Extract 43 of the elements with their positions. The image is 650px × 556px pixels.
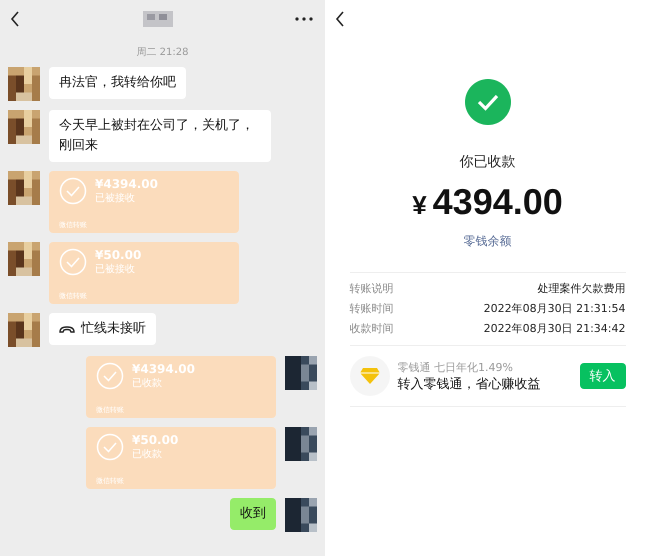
check-circle-icon	[59, 177, 87, 205]
blurred-name	[142, 11, 172, 27]
check-circle-icon	[96, 362, 124, 390]
transfer-in-button[interactable]: 转入	[580, 363, 626, 389]
transfer-status: 已被接收	[95, 192, 136, 205]
avatar[interactable]	[8, 242, 40, 276]
detail-label: 转账说明	[350, 281, 394, 297]
status-text: 你已收款	[460, 153, 516, 171]
transfer-amount: ¥50.00	[132, 433, 178, 447]
check-circle-icon	[96, 433, 124, 461]
detail-value: 2022年08月30日 21:34:42	[484, 321, 626, 337]
avatar[interactable]	[285, 427, 317, 461]
back-icon[interactable]	[335, 11, 345, 27]
check-circle-icon	[59, 248, 87, 276]
promo-title: 转入零钱通，省心赚收益	[398, 376, 542, 392]
transfer-amount: ¥4394.00	[132, 362, 196, 376]
balance-link[interactable]: 零钱余额	[464, 233, 512, 250]
back-icon[interactable]	[10, 11, 20, 27]
phone-icon	[59, 324, 75, 334]
call-text: 忙线未接听	[81, 320, 146, 338]
message-bubble: 冉法官，我转给你吧	[49, 67, 186, 99]
avatar[interactable]	[285, 356, 317, 390]
message-bubble: 今天早上被封在公司了，关机了，刚回来	[49, 110, 271, 162]
avatar[interactable]	[8, 313, 40, 347]
amount: ¥ 4394.00	[412, 181, 563, 223]
transfer-amount: ¥4394.00	[95, 177, 158, 191]
avatar[interactable]	[285, 498, 317, 532]
transfer-status: 已被接收	[95, 262, 136, 276]
avatar[interactable]	[8, 110, 40, 144]
detail-label: 转账时间	[350, 301, 394, 317]
timestamp: 周二 21:28	[136, 46, 190, 59]
detail-value: 2022年08月30日 21:31:54	[484, 301, 626, 317]
more-icon[interactable]	[295, 17, 313, 21]
detail-label: 收款时间	[350, 321, 394, 337]
message-bubble: 收到	[230, 498, 276, 530]
avatar[interactable]	[8, 171, 40, 205]
success-icon	[464, 79, 510, 125]
avatar[interactable]	[8, 67, 40, 101]
transfer-status: 已收款	[132, 448, 163, 461]
promo-subtitle: 零钱通 七日年化1.49%	[398, 360, 514, 374]
transfer-status: 已收款	[132, 377, 163, 390]
detail-value: 处理案件欠款费用	[538, 281, 626, 297]
transfer-amount: ¥50.00	[95, 248, 142, 262]
